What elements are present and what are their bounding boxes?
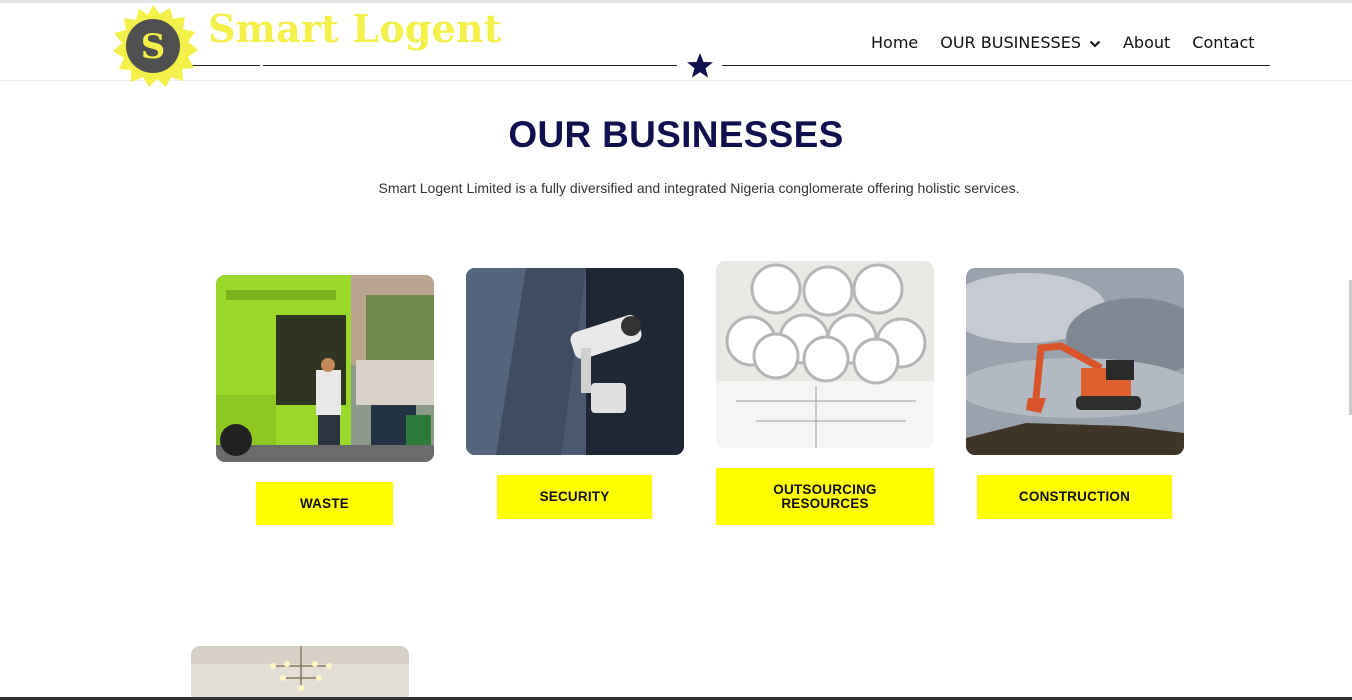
nav-our-businesses[interactable]: OUR BUSINESSES — [940, 33, 1101, 52]
business-security-label: SECURITY — [539, 489, 610, 504]
svg-text:S: S — [141, 27, 166, 67]
business-security-button[interactable]: SECURITY — [497, 475, 652, 519]
nav-home[interactable]: Home — [871, 33, 918, 52]
business-construction-button[interactable]: CONSTRUCTION — [977, 475, 1172, 519]
business-outsourcing-label-line2: RESOURCES — [781, 495, 869, 511]
main-nav: Home OUR BUSINESSES About Contact — [860, 33, 1266, 52]
brand-name[interactable]: Smart Logent — [208, 6, 501, 51]
nav-contact-label: Contact — [1192, 33, 1255, 52]
excavator-photo — [966, 268, 1184, 455]
business-outsourcing-label-line1: OUTSOURCING — [773, 481, 877, 497]
business-waste-button[interactable]: WASTE — [256, 482, 393, 525]
garbage-truck-photo — [216, 275, 434, 462]
nav-about-label: About — [1122, 33, 1171, 52]
nav-our-businesses-label: OUR BUSINESSES — [940, 33, 1081, 52]
logo-sun-icon[interactable]: S — [108, 5, 198, 87]
chevron-down-icon — [1089, 33, 1101, 52]
cctv-camera-photo — [466, 268, 684, 455]
page-title: OUR BUSINESSES — [508, 114, 844, 155]
blueprint-rolls-photo — [716, 261, 934, 448]
page-subtitle: Smart Logent Limited is a fully diversif… — [378, 180, 1020, 196]
chandelier-photo — [191, 646, 409, 700]
business-outsourcing-label: OUTSOURCING RESOURCES — [773, 481, 877, 511]
header-divider-left — [263, 65, 677, 66]
nav-contact[interactable]: Contact — [1192, 33, 1254, 52]
star-icon — [686, 52, 714, 80]
nav-about[interactable]: About — [1123, 33, 1170, 52]
business-construction-label: CONSTRUCTION — [1018, 489, 1131, 504]
business-outsourcing-button[interactable]: OUTSOURCING RESOURCES — [716, 468, 934, 525]
business-waste-label: WASTE — [299, 495, 349, 511]
site-header: S Smart Logent Home OUR BUSINESSES About… — [0, 3, 1352, 87]
nav-home-label: Home — [871, 33, 919, 52]
header-divider-right — [722, 65, 1270, 66]
